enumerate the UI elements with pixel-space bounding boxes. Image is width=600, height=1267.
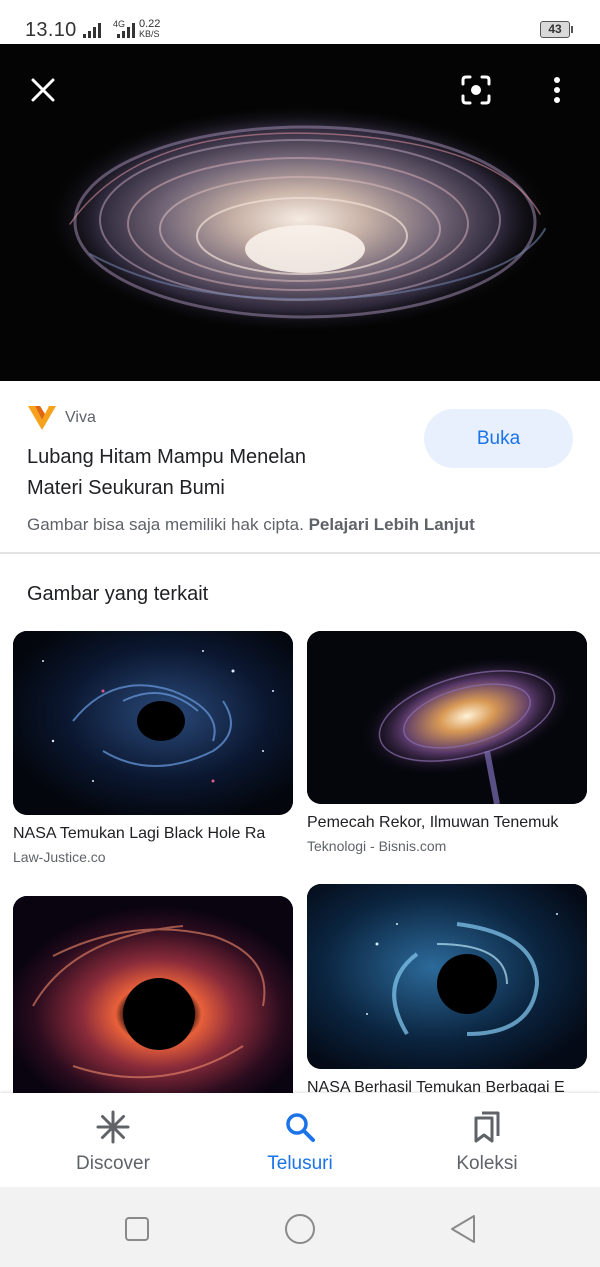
nav-discover-label: Discover <box>76 1153 150 1174</box>
hero-image <box>0 44 600 381</box>
nav-search[interactable]: Telusuri <box>220 1093 380 1187</box>
related-heading: Gambar yang terkait <box>27 583 209 605</box>
black-hole-thumbnail-1 <box>13 631 293 815</box>
network-speed: 0.22 KB/S <box>139 18 161 40</box>
related-source: Law-Justice.co <box>13 849 106 865</box>
speed-unit: KB/S <box>139 29 160 39</box>
system-navigation-bar <box>0 1187 600 1267</box>
close-button[interactable] <box>21 68 65 112</box>
related-card[interactable]: Pemecah Rekor, Ilmuwan Tenemuk Teknologi… <box>307 631 587 854</box>
related-thumbnail[interactable] <box>307 631 587 804</box>
battery-indicator: 43 <box>540 21 570 38</box>
copyright-notice: Gambar bisa saja memiliki hak cipta. Pel… <box>27 515 475 535</box>
related-source: Teknologi - Bisnis.com <box>307 838 447 854</box>
related-card[interactable]: NASA Temukan Lagi Black Hole Ra Law-Just… <box>13 631 293 865</box>
nav-collections-label: Koleksi <box>456 1153 518 1174</box>
home-button[interactable] <box>282 1211 318 1247</box>
recents-button[interactable] <box>119 1211 155 1247</box>
more-vert-icon <box>554 77 560 103</box>
related-title: NASA Temukan Lagi Black Hole Ra <box>13 825 266 842</box>
related-thumbnail[interactable] <box>307 884 587 1069</box>
lens-icon <box>461 75 491 105</box>
black-hole-image <box>0 44 600 381</box>
nav-collections[interactable]: Koleksi <box>407 1093 567 1187</box>
back-button[interactable] <box>445 1211 481 1247</box>
related-thumbnail[interactable] <box>13 631 293 815</box>
signal-icon <box>83 23 135 38</box>
battery-tip <box>571 26 573 33</box>
nav-search-label: Telusuri <box>267 1153 333 1174</box>
collections-icon <box>474 1111 500 1143</box>
related-card[interactable] <box>13 896 293 1093</box>
more-options-button[interactable] <box>535 68 579 112</box>
search-icon <box>286 1113 315 1142</box>
galaxy-thumbnail <box>307 631 587 804</box>
open-button[interactable]: Buka <box>424 409 573 468</box>
copyright-text: Gambar bisa saja memiliki hak cipta. <box>27 515 304 534</box>
lens-button[interactable] <box>454 68 498 112</box>
result-title-line1: Lubang Hitam Mampu Menelan <box>27 446 307 468</box>
status-time: 13.10 <box>25 19 77 41</box>
result-title[interactable]: Lubang Hitam Mampu Menelan Materi Seukur… <box>27 442 387 504</box>
network-type-label: 4G <box>113 19 126 29</box>
learn-more-link[interactable]: Pelajari Lebih Lanjut <box>309 515 475 534</box>
source-row[interactable]: Viva <box>27 403 96 433</box>
nav-discover[interactable]: Discover <box>33 1093 193 1187</box>
close-icon <box>31 78 55 102</box>
black-hole-thumbnail-4 <box>307 884 587 1069</box>
back-triangle-icon <box>451 1215 475 1243</box>
related-title: Pemecah Rekor, Ilmuwan Tenemuk <box>307 814 559 831</box>
result-title-line2: Materi Seukuran Bumi <box>27 477 225 499</box>
related-card[interactable]: NASA Berhasil Temukan Berbagai E <box>307 884 587 1097</box>
speed-value: 0.22 <box>139 18 161 30</box>
black-hole-thumbnail-3 <box>13 896 293 1093</box>
source-name: Viva <box>65 409 96 426</box>
status-bar: 13.10 4G 0.22 KB/S 43 <box>0 0 600 44</box>
viva-logo-icon <box>28 406 56 430</box>
circle-icon <box>285 1214 315 1244</box>
square-icon <box>125 1217 149 1241</box>
bottom-navigation: Discover Telusuri Koleksi <box>0 1093 600 1187</box>
related-thumbnail[interactable] <box>13 896 293 1093</box>
asterisk-icon <box>96 1110 130 1144</box>
divider <box>0 552 600 554</box>
